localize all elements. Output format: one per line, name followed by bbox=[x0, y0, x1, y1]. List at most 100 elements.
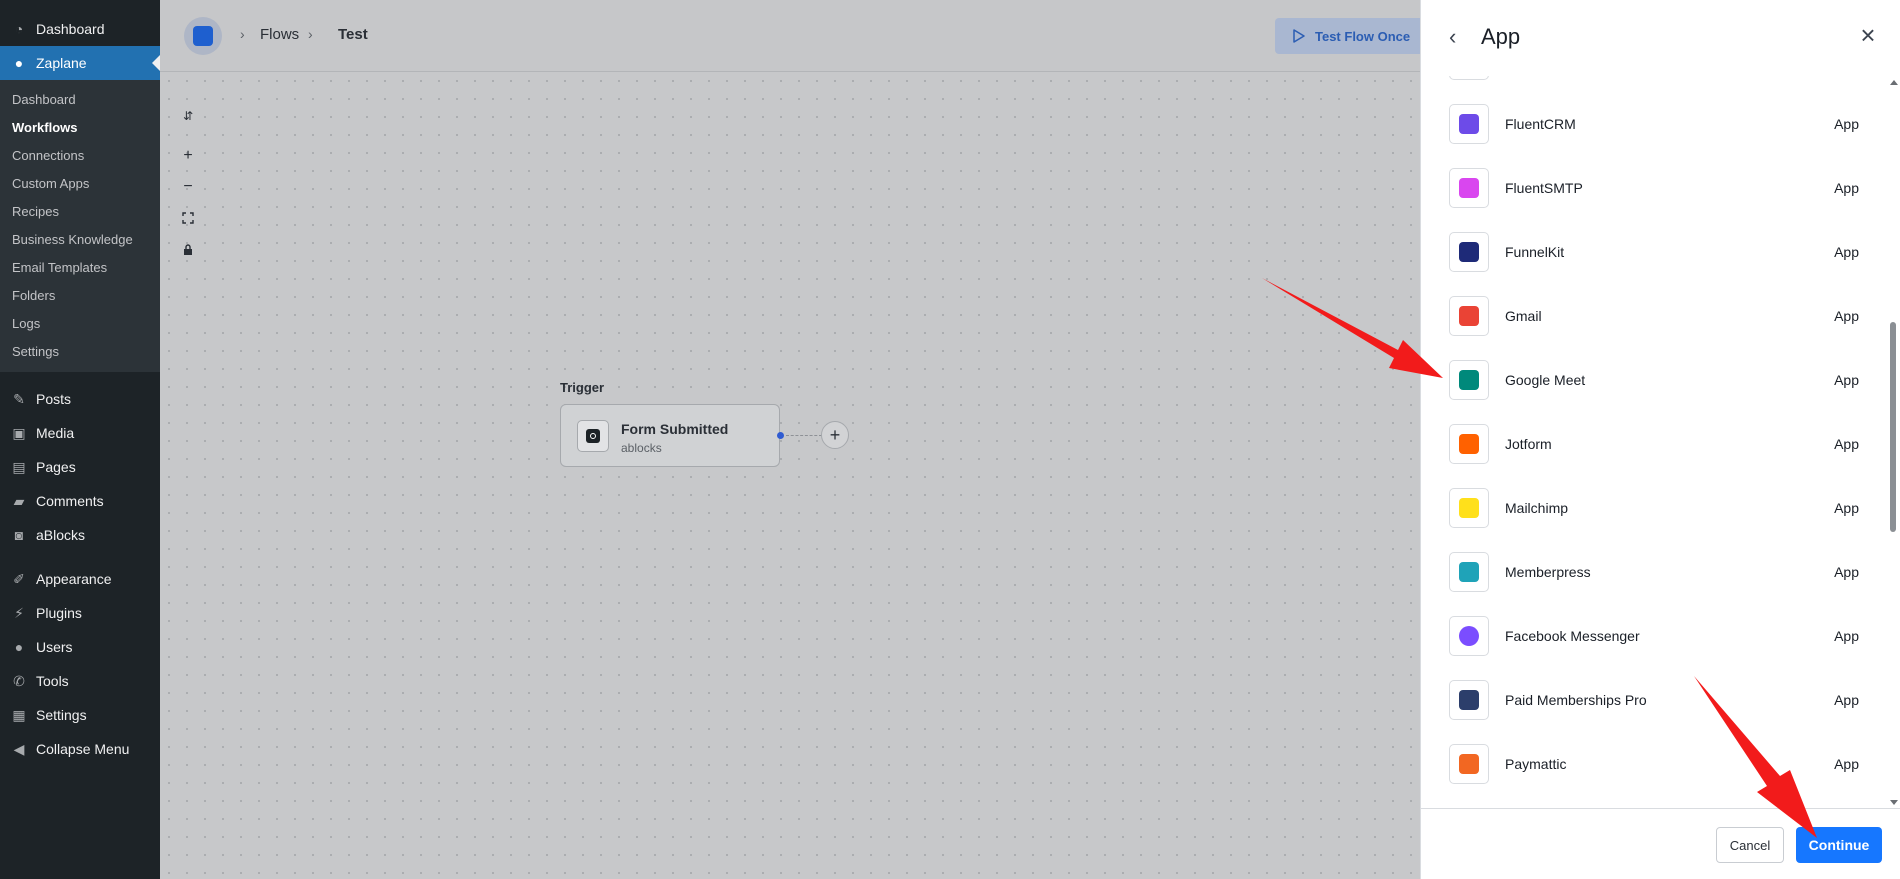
list-item[interactable] bbox=[1449, 76, 1869, 82]
add-step-button[interactable]: + bbox=[821, 421, 849, 449]
sidebar-item-label: Plugins bbox=[36, 605, 82, 621]
list-item[interactable]: Paymattic App bbox=[1449, 744, 1869, 786]
sidebar-item-label: Pages bbox=[36, 459, 76, 475]
submenu-item-workflows[interactable]: Workflows bbox=[0, 114, 160, 142]
pin-icon: ✎ bbox=[13, 390, 25, 407]
memberpress-icon bbox=[1449, 552, 1489, 592]
google-meet-icon bbox=[1449, 360, 1489, 400]
submenu-item-business-knowledge[interactable]: Business Knowledge bbox=[0, 226, 160, 254]
submenu-item-folders[interactable]: Folders bbox=[0, 282, 160, 310]
node-title: Form Submitted bbox=[621, 421, 729, 437]
app-type: App bbox=[1834, 564, 1859, 580]
trigger-node[interactable]: Form Submitted ablocks bbox=[560, 404, 780, 467]
workflow-topbar: › Flows › Test Test Flow Once bbox=[160, 0, 1420, 72]
panel-header: ‹ App × bbox=[1421, 0, 1900, 76]
sidebar-item-ablocks[interactable]: ◙ aBlocks bbox=[0, 518, 160, 552]
app-type: App bbox=[1834, 116, 1859, 132]
list-item[interactable]: FluentSMTP App bbox=[1449, 168, 1869, 210]
chevron-right-icon: › bbox=[240, 26, 245, 42]
sidebar-item-posts[interactable]: ✎ Posts bbox=[0, 382, 160, 416]
pages-icon: ▤ bbox=[12, 458, 26, 475]
app-type: App bbox=[1834, 628, 1859, 644]
fit-view-icon[interactable] bbox=[180, 210, 196, 226]
continue-button[interactable]: Continue bbox=[1796, 827, 1882, 863]
list-item[interactable]: FluentCRM App bbox=[1449, 104, 1869, 146]
scroll-up-icon[interactable] bbox=[1890, 80, 1898, 85]
submenu-item-custom-apps[interactable]: Custom Apps bbox=[0, 170, 160, 198]
sort-icon[interactable]: ⇵ bbox=[180, 108, 196, 124]
sidebar-item-media[interactable]: ▣ Media bbox=[0, 416, 160, 450]
sidebar-item-label: Collapse Menu bbox=[36, 741, 130, 757]
scroll-down-icon[interactable] bbox=[1890, 800, 1898, 805]
submenu-item-recipes[interactable]: Recipes bbox=[0, 198, 160, 226]
sidebar-item-zaplane[interactable]: ● Zaplane bbox=[0, 46, 160, 80]
app-color bbox=[1459, 114, 1479, 134]
close-icon[interactable]: × bbox=[1857, 22, 1879, 48]
brush-icon: ✐ bbox=[13, 570, 25, 587]
node-connector-handle[interactable] bbox=[777, 432, 784, 439]
chevron-right-icon: › bbox=[308, 26, 313, 42]
app-name: FunnelKit bbox=[1505, 244, 1565, 260]
sidebar-item-label: aBlocks bbox=[36, 527, 86, 543]
fluentsmtp-icon bbox=[1449, 168, 1489, 208]
list-item[interactable]: Facebook Messenger App bbox=[1449, 616, 1869, 658]
app-name: Mailchimp bbox=[1505, 500, 1569, 516]
zaplane-submenu: Dashboard Workflows Connections Custom A… bbox=[0, 80, 160, 372]
sidebar-item-dashboard[interactable]: ◔ Dashboard bbox=[0, 12, 160, 46]
submenu-item-dashboard[interactable]: Dashboard bbox=[0, 86, 160, 114]
app-type: App bbox=[1834, 244, 1859, 260]
list-item[interactable]: FunnelKit App bbox=[1449, 232, 1869, 274]
plug-icon: ⚡ bbox=[14, 604, 24, 621]
zoom-out-icon[interactable]: − bbox=[180, 178, 196, 195]
list-item[interactable]: Mailchimp App bbox=[1449, 488, 1869, 530]
list-item[interactable]: Memberpress App bbox=[1449, 552, 1869, 594]
zoom-in-icon[interactable]: + bbox=[180, 147, 196, 164]
sidebar-item-plugins[interactable]: ⚡ Plugins bbox=[0, 596, 160, 630]
chevron-left-icon[interactable]: ‹ bbox=[1449, 26, 1467, 48]
trigger-label: Trigger bbox=[560, 380, 605, 395]
panel-title: App bbox=[1481, 24, 1521, 49]
sidebar-item-label: Users bbox=[36, 639, 73, 655]
node-subtitle: ablocks bbox=[621, 441, 662, 455]
sidebar-item-label: Settings bbox=[36, 707, 87, 723]
test-flow-once-label: Test Flow Once bbox=[1315, 28, 1411, 44]
submenu-item-logs[interactable]: Logs bbox=[0, 310, 160, 338]
list-item[interactable]: Gmail App bbox=[1449, 296, 1869, 338]
lock-icon[interactable] bbox=[180, 242, 196, 258]
list-item[interactable]: Jotform App bbox=[1449, 424, 1869, 466]
sidebar-item-pages[interactable]: ▤ Pages bbox=[0, 450, 160, 484]
scrollbar-thumb[interactable] bbox=[1890, 322, 1896, 532]
sidebar-item-tools[interactable]: ✆ Tools bbox=[0, 664, 160, 698]
app-name: FluentCRM bbox=[1505, 116, 1576, 132]
sliders-icon: ▦ bbox=[12, 706, 26, 723]
list-item[interactable]: Google Meet App bbox=[1449, 360, 1869, 402]
zaplane-icon: ● bbox=[14, 55, 24, 71]
app-name: Paid Memberships Pro bbox=[1505, 692, 1647, 708]
zaplane-logo[interactable] bbox=[184, 17, 222, 55]
list-item[interactable]: Paid Memberships Pro App bbox=[1449, 680, 1869, 722]
comment-icon: ▰ bbox=[13, 492, 25, 509]
sidebar-item-settings[interactable]: ▦ Settings bbox=[0, 698, 160, 732]
breadcrumb-flows[interactable]: Flows bbox=[260, 26, 299, 43]
sidebar-item-appearance[interactable]: ✐ Appearance bbox=[0, 562, 160, 596]
test-flow-once-button[interactable]: Test Flow Once bbox=[1275, 18, 1420, 54]
app-type: App bbox=[1834, 308, 1859, 324]
sidebar-item-collapse-menu[interactable]: ◀ Collapse Menu bbox=[0, 732, 160, 766]
plus-icon: + bbox=[829, 424, 841, 445]
node-connector-line bbox=[786, 435, 822, 436]
submenu-item-settings[interactable]: Settings bbox=[0, 338, 160, 366]
app-type: App bbox=[1834, 436, 1859, 452]
funnelkit-icon bbox=[1449, 232, 1489, 272]
sidebar-item-users[interactable]: ● Users bbox=[0, 630, 160, 664]
app-name: Google Meet bbox=[1505, 372, 1586, 388]
gmail-icon bbox=[1449, 296, 1489, 336]
submenu-item-connections[interactable]: Connections bbox=[0, 142, 160, 170]
fluentcrm-icon bbox=[1449, 104, 1489, 144]
submenu-item-email-templates[interactable]: Email Templates bbox=[0, 254, 160, 282]
cancel-button[interactable]: Cancel bbox=[1716, 827, 1784, 863]
app-list[interactable]: FluentCRM App FluentSMTP App FunnelKit A… bbox=[1421, 76, 1900, 808]
workflow-canvas[interactable] bbox=[160, 0, 1420, 879]
panel-footer: Cancel Continue bbox=[1421, 808, 1900, 879]
jotform-icon bbox=[1449, 424, 1489, 464]
sidebar-item-comments[interactable]: ▰ Comments bbox=[0, 484, 160, 518]
